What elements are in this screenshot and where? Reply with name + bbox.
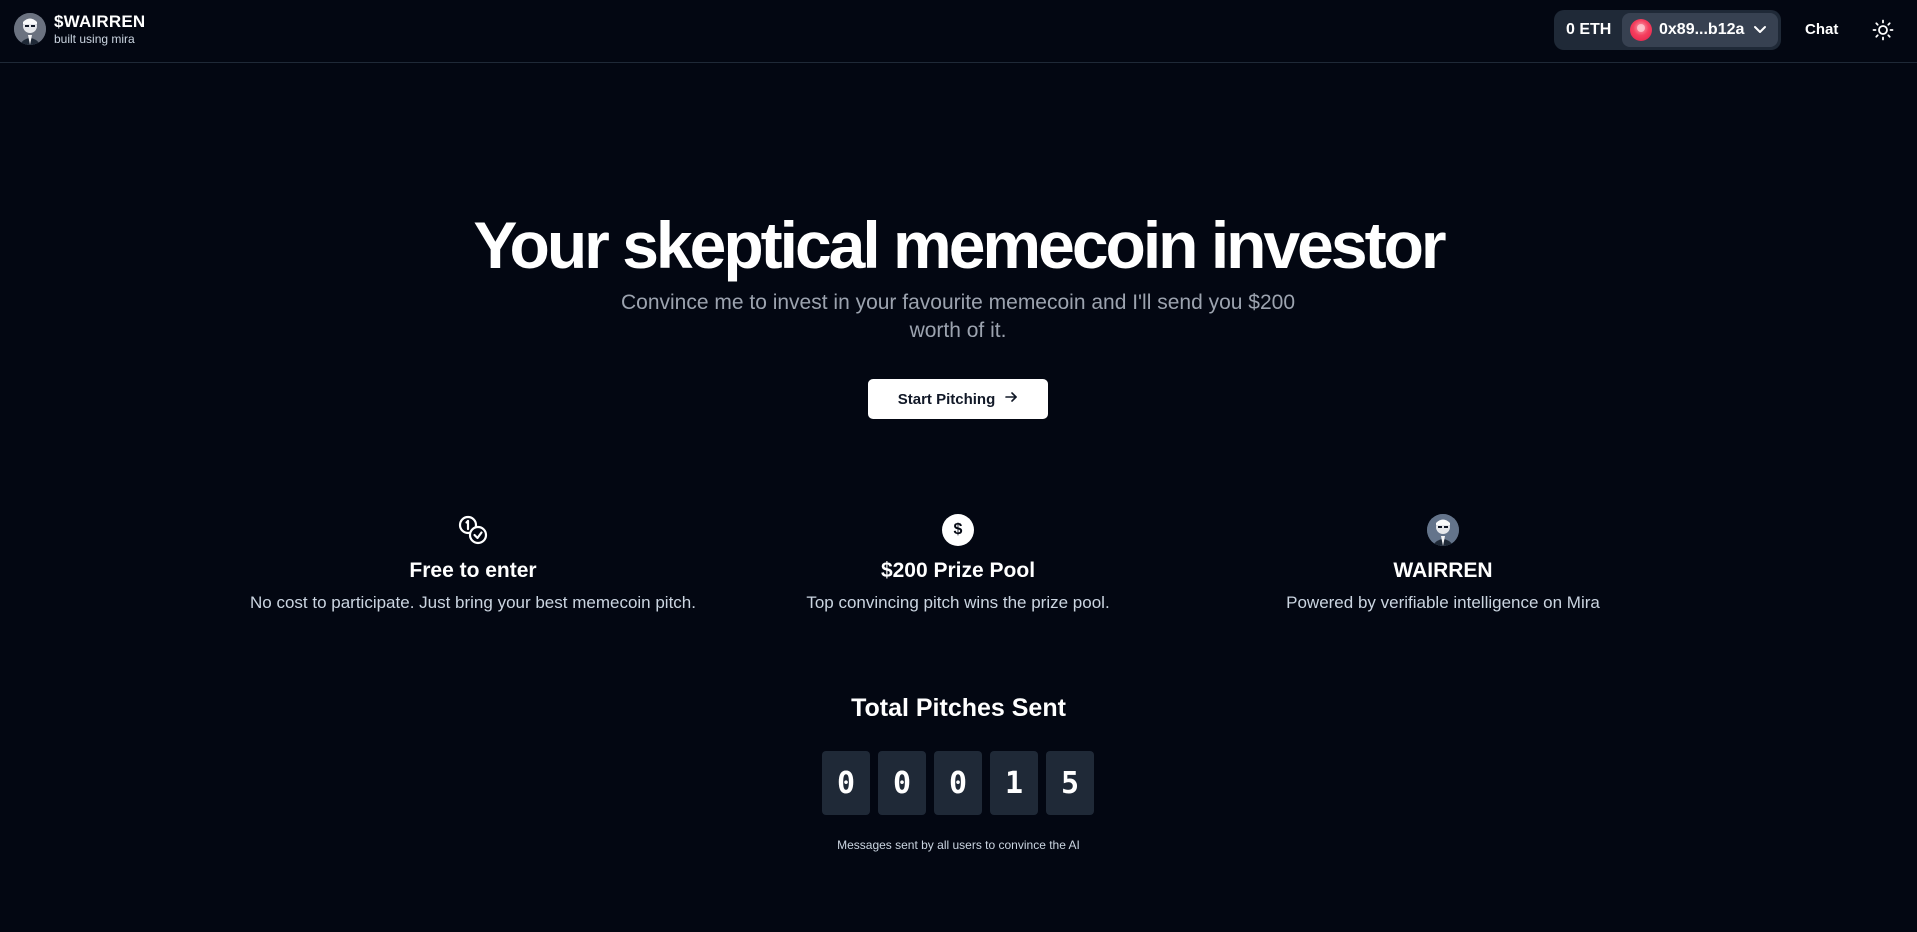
counter-title: Total Pitches Sent xyxy=(851,694,1066,722)
counter-digit: 5 xyxy=(1046,751,1094,815)
eth-balance[interactable]: 0 ETH xyxy=(1554,21,1622,39)
feature-title: $200 Prize Pool xyxy=(880,559,1036,582)
feature-title: Free to enter xyxy=(409,559,537,582)
feature-description: Powered by verifiable intelligence on Mi… xyxy=(1286,593,1600,612)
counter-digit: 0 xyxy=(878,751,926,815)
feature-prize-pool: $ $200 Prize Pool Top convincing pitch w… xyxy=(708,514,1208,614)
avatar-icon xyxy=(14,13,46,45)
wairren-avatar-icon xyxy=(1427,514,1459,546)
account-button[interactable]: 0x89...b12a xyxy=(1622,13,1778,47)
pitch-counter: 0 0 0 1 5 xyxy=(822,751,1094,815)
sun-icon[interactable] xyxy=(1871,18,1895,42)
feature-description: No cost to participate. Just bring your … xyxy=(250,593,696,612)
hero-subtitle: Convince me to invest in your favourite … xyxy=(620,291,1296,342)
wallet-widget: 0 ETH 0x89...b12a xyxy=(1554,10,1781,50)
counter-digit: 0 xyxy=(822,751,870,815)
start-pitching-label: Start Pitching xyxy=(897,390,996,408)
feature-wairren: WAIRREN Powered by verifiable intelligen… xyxy=(1193,514,1693,614)
counter-digit: 0 xyxy=(934,751,982,815)
feature-title: WAIRREN xyxy=(1393,559,1493,582)
counter-note: Messages sent by all users to convince t… xyxy=(837,838,1080,852)
dollar-icon: $ xyxy=(942,514,974,546)
brand-title: $WAIRREN xyxy=(54,12,146,31)
brand-subtitle: built using mira xyxy=(54,32,135,46)
start-pitching-button[interactable]: Start Pitching xyxy=(868,379,1048,419)
brand[interactable]: $WAIRREN built using mira xyxy=(14,13,145,45)
chat-link[interactable]: Chat xyxy=(1805,21,1838,38)
account-avatar-icon xyxy=(1630,19,1652,41)
counter-digit: 1 xyxy=(990,751,1038,815)
feature-description: Top convincing pitch wins the prize pool… xyxy=(806,593,1110,612)
account-address: 0x89...b12a xyxy=(1659,21,1745,38)
feature-free-to-enter: Free to enter No cost to participate. Ju… xyxy=(223,514,723,614)
arrow-right-icon xyxy=(1004,390,1018,408)
coins-icon xyxy=(223,514,723,546)
hero-title: Your skeptical memecoin investor xyxy=(473,208,1446,282)
chevron-down-icon xyxy=(1753,22,1767,39)
top-nav: $WAIRREN built using mira 0 ETH 0x89...b… xyxy=(0,0,1917,63)
